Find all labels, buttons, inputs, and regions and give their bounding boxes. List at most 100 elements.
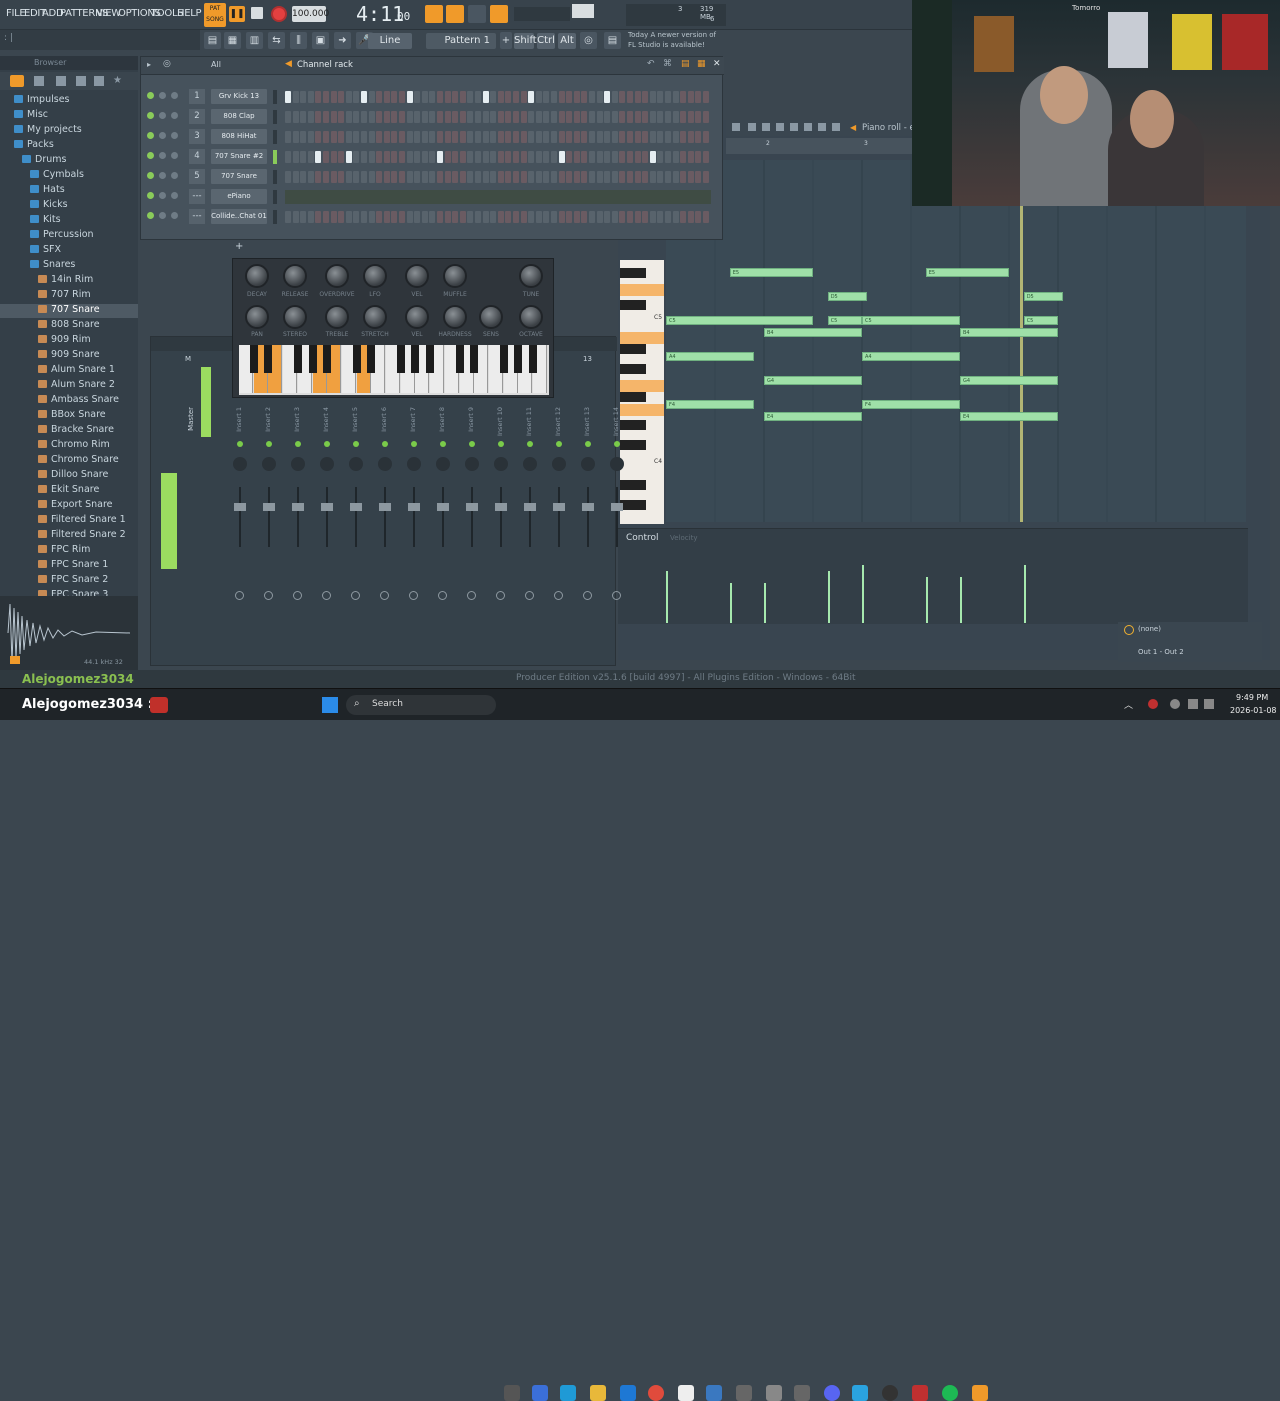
channel-name-button[interactable]: Collide..Chat 01	[211, 209, 267, 224]
step-button[interactable]	[497, 211, 504, 223]
step-button[interactable]	[596, 111, 603, 123]
step-button[interactable]	[376, 171, 383, 183]
step-button[interactable]	[513, 131, 519, 143]
zoom-tool-icon[interactable]	[818, 123, 826, 131]
step-button[interactable]	[634, 91, 641, 103]
insert-route-icon[interactable]	[235, 591, 244, 600]
output-none[interactable]: (none)	[1138, 625, 1161, 633]
channel-mute-led[interactable]	[147, 132, 154, 139]
note-block[interactable]: A4	[666, 352, 755, 361]
insert-pan-knob[interactable]	[610, 457, 624, 471]
channel-pan-knob[interactable]	[159, 152, 166, 159]
browser-item[interactable]: Filtered Snare 1	[0, 514, 138, 528]
step-button[interactable]	[497, 91, 504, 103]
browser-item[interactable]: Alum Snare 1	[0, 364, 138, 378]
plugin-knob[interactable]	[519, 264, 543, 288]
black-key[interactable]	[426, 345, 435, 373]
step-button[interactable]	[323, 171, 329, 183]
browser-item[interactable]: Filtered Snare 2	[0, 529, 138, 543]
step-button[interactable]	[459, 211, 466, 223]
step-button[interactable]	[505, 211, 512, 223]
step-button[interactable]	[300, 151, 307, 163]
insert-route-icon[interactable]	[525, 591, 534, 600]
step-button[interactable]	[323, 211, 329, 223]
channel-pan-knob[interactable]	[159, 212, 166, 219]
channel-pan-knob[interactable]	[159, 92, 166, 99]
browser-item[interactable]: Dilloo Snare	[0, 469, 138, 483]
step-button[interactable]	[589, 91, 595, 103]
channel-name-button[interactable]: 707 Snare #2	[211, 149, 267, 164]
step-button[interactable]	[558, 211, 565, 223]
step-button[interactable]	[307, 131, 314, 143]
browser-item[interactable]: Impulses	[0, 94, 138, 108]
step-button[interactable]	[414, 211, 421, 223]
pattern-select[interactable]: Pattern 1	[426, 33, 496, 49]
plugin-knob[interactable]	[325, 264, 349, 288]
browser-item[interactable]: Alum Snare 2	[0, 379, 138, 393]
step-button[interactable]	[285, 151, 291, 163]
step-button[interactable]	[513, 151, 519, 163]
step-button[interactable]	[383, 131, 390, 143]
select-tool-icon[interactable]	[804, 123, 812, 131]
step-button[interactable]	[315, 131, 322, 143]
step-button[interactable]	[376, 91, 383, 103]
pitch-slider[interactable]	[572, 4, 594, 18]
step-button[interactable]	[672, 111, 679, 123]
step-button[interactable]	[581, 131, 588, 143]
step-button[interactable]	[566, 211, 573, 223]
step-button[interactable]	[353, 91, 360, 103]
output-channel[interactable]: Out 1 - Out 2	[1138, 648, 1184, 656]
step-button[interactable]	[330, 151, 337, 163]
step-button[interactable]	[611, 131, 618, 143]
insert-led[interactable]	[585, 441, 591, 447]
insert-pan-knob[interactable]	[378, 457, 392, 471]
channel-select-indicator[interactable]	[273, 150, 277, 164]
rack-menu-icon[interactable]: ⌘	[663, 59, 672, 69]
step-button[interactable]	[361, 111, 367, 123]
insert-pan-knob[interactable]	[262, 457, 276, 471]
black-key[interactable]	[411, 345, 420, 373]
step-button[interactable]	[437, 91, 443, 103]
step-button[interactable]	[634, 151, 641, 163]
insert-fader[interactable]	[582, 503, 594, 511]
step-button[interactable]	[383, 91, 390, 103]
step-button[interactable]	[467, 111, 474, 123]
channel-name-button[interactable]: 808 HiHat	[211, 129, 267, 144]
browser-item[interactable]: 707 Rim	[0, 289, 138, 303]
insert-pan-knob[interactable]	[291, 457, 305, 471]
task-view-icon[interactable]	[504, 1385, 520, 1401]
step-button[interactable]	[627, 151, 633, 163]
step-button[interactable]	[611, 151, 618, 163]
insert-fader[interactable]	[524, 503, 536, 511]
step-button[interactable]	[513, 211, 519, 223]
step-button[interactable]	[497, 111, 504, 123]
insert-route-icon[interactable]	[467, 591, 476, 600]
plugin-knob[interactable]	[443, 264, 467, 288]
step-button[interactable]	[497, 171, 504, 183]
step-button[interactable]	[619, 91, 626, 103]
step-button[interactable]	[528, 131, 535, 143]
delete-tool-icon[interactable]	[776, 123, 784, 131]
step-button[interactable]	[665, 151, 671, 163]
plugin-keyboard[interactable]	[239, 345, 549, 395]
step-button[interactable]	[573, 151, 580, 163]
step-button[interactable]	[307, 91, 314, 103]
browser-icon[interactable]: ▣	[312, 32, 329, 49]
step-button[interactable]	[452, 111, 459, 123]
step-button[interactable]	[642, 151, 649, 163]
step-button[interactable]	[551, 151, 557, 163]
step-button[interactable]	[490, 211, 497, 223]
step-button[interactable]	[627, 171, 633, 183]
insert-led[interactable]	[382, 441, 388, 447]
step-button[interactable]	[649, 171, 656, 183]
telegram-icon[interactable]	[852, 1385, 868, 1401]
mixer-insert-strip[interactable]: Insert 7	[403, 357, 427, 657]
step-button[interactable]	[467, 151, 474, 163]
step-button[interactable]	[467, 171, 474, 183]
velocity-lane[interactable]	[666, 529, 1246, 625]
step-button[interactable]	[649, 91, 656, 103]
step-button[interactable]	[353, 131, 360, 143]
step-button[interactable]	[695, 131, 702, 143]
black-key[interactable]	[308, 345, 317, 373]
channel-number[interactable]: 5	[189, 169, 205, 184]
